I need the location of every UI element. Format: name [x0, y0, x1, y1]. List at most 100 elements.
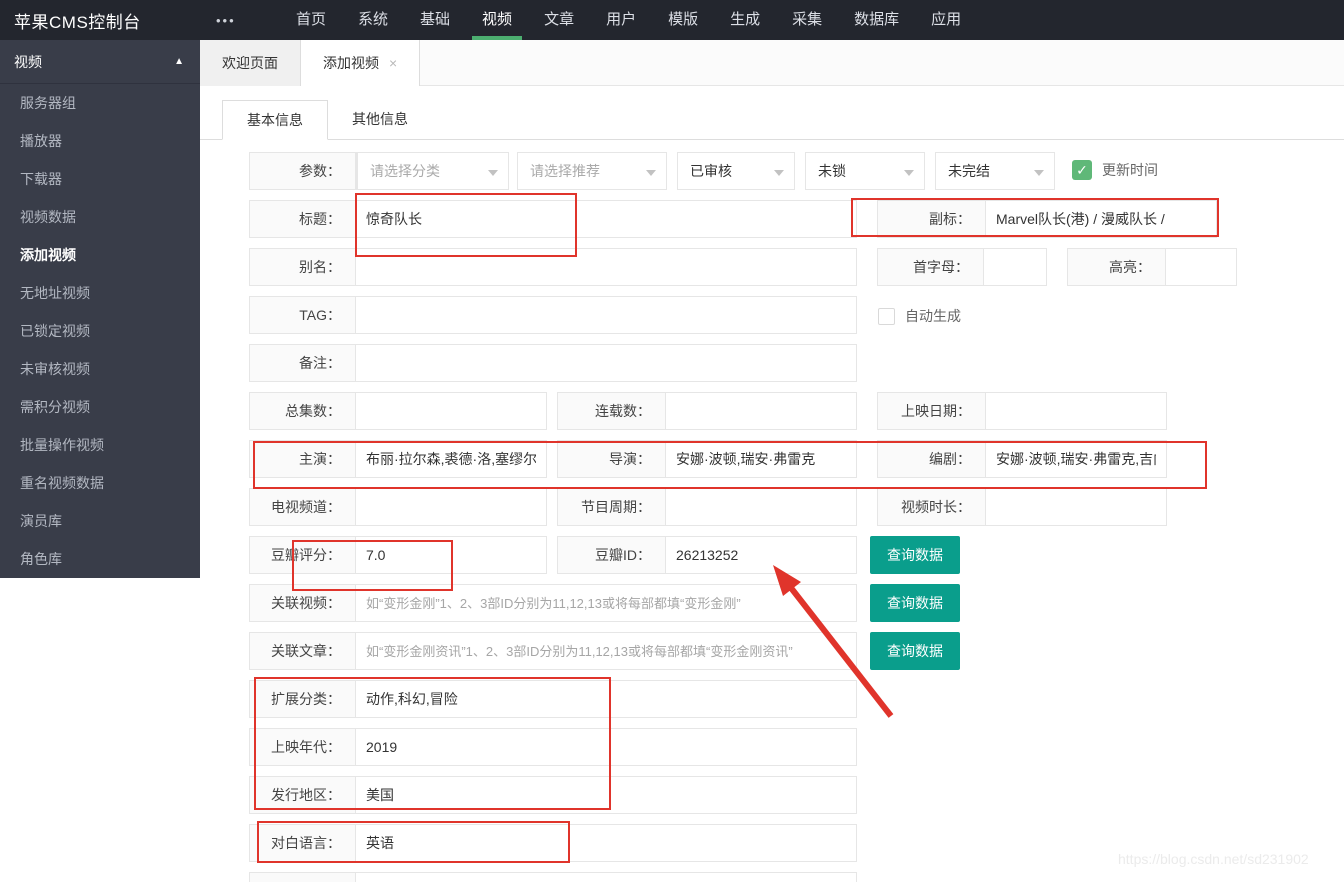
douban-id-field-group: 豆瓣ID：: [557, 536, 857, 574]
note-label: 备注：: [250, 345, 356, 381]
tab-basic-info[interactable]: 基本信息: [222, 100, 328, 140]
duration-input[interactable]: [986, 489, 1166, 525]
screenwriter-input[interactable]: [986, 441, 1166, 477]
clipped-field-group: [249, 872, 857, 882]
note-input[interactable]: [356, 345, 856, 381]
query-douban-button[interactable]: 查询数据: [870, 536, 960, 574]
clipped-field-input[interactable]: [356, 873, 856, 882]
tv-channel-label: 电视频道：: [250, 489, 356, 525]
sidebar-item-duplicate-video[interactable]: 重名视频数据: [0, 464, 200, 502]
auto-generate-checkbox[interactable]: 自动生成: [878, 306, 961, 326]
dialogue-language-input[interactable]: [356, 825, 856, 861]
screenwriter-label: 编剧：: [878, 441, 986, 477]
topnav-database[interactable]: 数据库: [838, 0, 915, 40]
sidebar-item-unreviewed-video[interactable]: 未审核视频: [0, 350, 200, 388]
release-region-input[interactable]: [356, 777, 856, 813]
lock-status-select[interactable]: 未锁: [805, 152, 925, 190]
sidebar-item-role-library[interactable]: 角色库: [0, 540, 200, 578]
duration-label: 视频时长：: [878, 489, 986, 525]
screenwriter-field-group: 编剧：: [877, 440, 1167, 478]
topnav-generate[interactable]: 生成: [714, 0, 776, 40]
program-cycle-input[interactable]: [666, 489, 856, 525]
sidebar-item-no-address-video[interactable]: 无地址视频: [0, 274, 200, 312]
chevron-down-icon: [488, 170, 498, 176]
params-label-box: 参数：: [249, 152, 357, 190]
topnav-user[interactable]: 用户: [590, 0, 652, 40]
category-select[interactable]: 请选择分类: [357, 152, 509, 190]
release-date-input[interactable]: [986, 393, 1166, 429]
release-region-label: 发行地区：: [250, 777, 356, 813]
initial-input[interactable]: [984, 249, 1046, 285]
subtitle-label: 副标：: [878, 201, 986, 237]
tv-channel-input[interactable]: [356, 489, 546, 525]
sidebar: 视频 ▲ 服务器组 播放器 下载器 视频数据 添加视频 无地址视频 已锁定视频 …: [0, 40, 200, 578]
chevron-down-icon: [904, 170, 914, 176]
douban-score-input[interactable]: [356, 537, 546, 573]
highlight-input[interactable]: [1166, 249, 1236, 285]
sidebar-item-downloader[interactable]: 下载器: [0, 160, 200, 198]
dialogue-language-label: 对白语言：: [250, 825, 356, 861]
sidebar-item-add-video[interactable]: 添加视频: [0, 236, 200, 274]
tv-channel-field-group: 电视频道：: [249, 488, 547, 526]
query-related-article-button[interactable]: 查询数据: [870, 632, 960, 670]
update-time-checkbox[interactable]: ✓ 更新时间: [1072, 160, 1158, 180]
query-related-video-button[interactable]: 查询数据: [870, 584, 960, 622]
sidebar-item-points-video[interactable]: 需积分视频: [0, 388, 200, 426]
director-input[interactable]: [666, 441, 856, 477]
topnav-video[interactable]: 视频: [466, 0, 528, 40]
params-label: 参数：: [250, 153, 356, 189]
sidebar-item-server-group[interactable]: 服务器组: [0, 84, 200, 122]
ext-category-input[interactable]: [356, 681, 856, 717]
starring-input[interactable]: [356, 441, 546, 477]
related-article-label: 关联文章：: [250, 633, 356, 669]
top-navigation: 首页 系统 基础 视频 文章 用户 模版 生成 采集 数据库 应用: [280, 0, 977, 40]
topnav-home[interactable]: 首页: [280, 0, 342, 40]
review-status-select[interactable]: 已审核: [677, 152, 795, 190]
serial-count-input[interactable]: [666, 393, 856, 429]
total-episodes-field-group: 总集数：: [249, 392, 547, 430]
topnav-collect[interactable]: 采集: [776, 0, 838, 40]
title-field-group: 标题：: [249, 200, 857, 238]
recommend-select[interactable]: 请选择推荐: [517, 152, 667, 190]
subtitle-field-group: 副标：: [877, 200, 1217, 238]
serial-count-field-group: 连载数：: [557, 392, 857, 430]
title-input[interactable]: [356, 201, 856, 237]
sidebar-group-label: 视频: [14, 52, 42, 72]
sidebar-item-actor-library[interactable]: 演员库: [0, 502, 200, 540]
tab-other-info[interactable]: 其他信息: [328, 100, 432, 140]
related-article-field-group: 关联文章：: [249, 632, 857, 670]
more-menu-icon[interactable]: •••: [216, 13, 280, 28]
sidebar-group-video[interactable]: 视频 ▲: [0, 40, 200, 84]
tab-close-icon[interactable]: ×: [389, 55, 397, 71]
sidebar-item-locked-video[interactable]: 已锁定视频: [0, 312, 200, 350]
tab-welcome[interactable]: 欢迎页面: [200, 40, 301, 86]
subtitle-input[interactable]: [986, 201, 1216, 237]
duration-field-group: 视频时长：: [877, 488, 1167, 526]
sidebar-item-player[interactable]: 播放器: [0, 122, 200, 160]
release-date-label: 上映日期：: [878, 393, 986, 429]
douban-id-input[interactable]: [666, 537, 856, 573]
topnav-app[interactable]: 应用: [915, 0, 977, 40]
total-episodes-input[interactable]: [356, 393, 546, 429]
release-year-label: 上映年代：: [250, 729, 356, 765]
related-article-input[interactable]: [356, 633, 856, 669]
tag-field-group: TAG：: [249, 296, 857, 334]
topnav-article[interactable]: 文章: [528, 0, 590, 40]
initial-field-group: 首字母：: [877, 248, 1047, 286]
sidebar-item-batch-video[interactable]: 批量操作视频: [0, 426, 200, 464]
related-video-input[interactable]: [356, 585, 856, 621]
douban-id-label: 豆瓣ID：: [558, 537, 666, 573]
topnav-template[interactable]: 模版: [652, 0, 714, 40]
sidebar-item-video-data[interactable]: 视频数据: [0, 198, 200, 236]
highlight-label: 高亮：: [1068, 249, 1166, 285]
alias-field-group: 别名：: [249, 248, 857, 286]
alias-input[interactable]: [356, 249, 856, 285]
tab-add-video[interactable]: 添加视频 ×: [301, 40, 420, 86]
topnav-system[interactable]: 系统: [342, 0, 404, 40]
release-year-input[interactable]: [356, 729, 856, 765]
tag-input[interactable]: [356, 297, 856, 333]
checkbox-unchecked-icon: [878, 308, 895, 325]
complete-status-select[interactable]: 未完结: [935, 152, 1055, 190]
topnav-basic[interactable]: 基础: [404, 0, 466, 40]
director-field-group: 导演：: [557, 440, 857, 478]
